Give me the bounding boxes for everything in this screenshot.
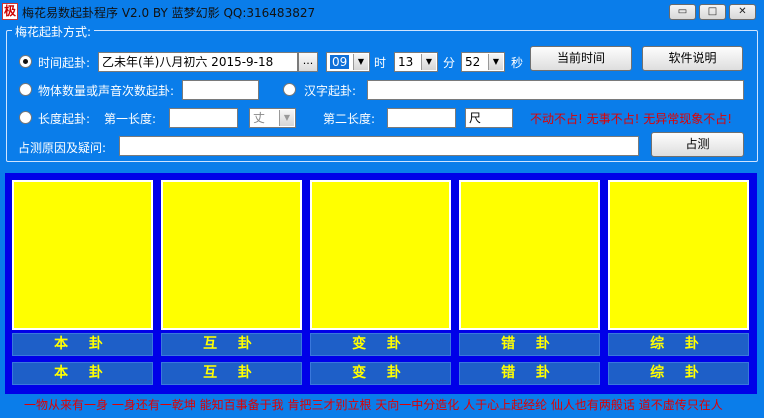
number-method-label: 物体数量或声音次数起卦: [38,84,175,98]
number-method-radio[interactable] [19,83,32,96]
hexagram-board: 本 卦 互 卦 变 卦 错 卦 综 卦 本 卦 互 卦 变 卦 错 卦 综 卦 [5,173,757,394]
group-legend: 梅花起卦方式: [12,23,95,40]
second-select[interactable]: 52 ▼ [461,52,505,72]
hexagram-name-hu: 互 卦 [161,333,302,356]
hexagram-name-ben: 本 卦 [12,333,153,356]
chevron-down-icon: ▼ [488,54,503,70]
date-picker-button[interactable]: ... [298,52,318,72]
char-input[interactable] [367,80,744,100]
lunar-date-field[interactable]: 乙未年(羊)八月初六 2015-9-18 [98,52,298,72]
reason-input[interactable] [119,136,639,156]
hexagram-result-zong: 综 卦 [608,362,749,385]
hexagram-card-zong [608,180,749,330]
second-unit-label: 秒 [511,56,524,70]
hour-unit-label: 时 [374,56,387,70]
window-title: 梅花易数起卦程序 V2.0 BY 蓝梦幻影 QQ:316483827 [22,6,316,20]
warning-text: 不动不占! 无事不占! 无异常现象不占! [530,112,733,126]
minute-value: 13 [398,55,414,69]
first-length-input[interactable] [169,108,238,128]
chevron-down-icon: ▼ [279,110,294,126]
second-length-input[interactable] [387,108,456,128]
time-method-radio[interactable] [19,55,32,68]
first-length-label: 第一长度: [104,112,157,126]
hexagram-display [461,182,598,328]
minute-select[interactable]: 13 ▼ [394,52,438,72]
hexagram-card-hu [161,180,302,330]
length-method-radio[interactable] [19,111,32,124]
hexagram-card-cuo [459,180,600,330]
time-method-label: 时间起卦: [38,56,91,70]
minimize-button[interactable]: ▭ [669,4,696,20]
first-unit-select[interactable]: 丈 ▼ [249,108,296,128]
length-method-label: 长度起卦: [38,112,91,126]
hexagram-result-ben: 本 卦 [12,362,153,385]
hexagram-display [610,182,747,328]
current-time-button[interactable]: 当前时间 [530,46,632,71]
second-length-label: 第二长度: [323,112,376,126]
hexagram-result-cuo: 错 卦 [459,362,600,385]
hour-select[interactable]: 09 ▼ [326,52,370,72]
footer-poem: 一物从来有一身 一身还有一乾坤 能知百事备于我 肯把三才别立根 天向一中分造化 … [24,398,723,412]
char-method-label: 汉字起卦: [304,84,357,98]
hexagram-name-zong: 综 卦 [608,333,749,356]
hexagram-card-bian [310,180,451,330]
reason-label: 占测原因及疑问: [18,141,107,155]
hour-value: 09 [330,55,350,69]
hexagram-display [163,182,300,328]
title-bar: 极 梅花易数起卦程序 V2.0 BY 蓝梦幻影 QQ:316483827 ▭ □… [0,0,764,24]
minute-unit-label: 分 [443,56,456,70]
hexagram-display [14,182,151,328]
divine-button[interactable]: 占测 [651,132,744,157]
char-method-radio[interactable] [283,83,296,96]
first-unit-value: 丈 [253,111,266,125]
app-icon: 极 [2,3,18,20]
hexagram-result-bian: 变 卦 [310,362,451,385]
hexagram-name-cuo: 错 卦 [459,333,600,356]
hexagram-card-ben [12,180,153,330]
chevron-down-icon: ▼ [421,54,436,70]
hexagram-name-bian: 变 卦 [310,333,451,356]
close-button[interactable]: ✕ [729,4,756,20]
second-unit-field[interactable]: 尺 [465,108,513,128]
hexagram-result-hu: 互 卦 [161,362,302,385]
hexagram-display [312,182,449,328]
maximize-button[interactable]: □ [699,4,726,20]
help-button[interactable]: 软件说明 [642,46,743,71]
chevron-down-icon: ▼ [353,54,368,70]
number-input[interactable] [182,80,259,100]
second-value: 52 [465,55,481,69]
